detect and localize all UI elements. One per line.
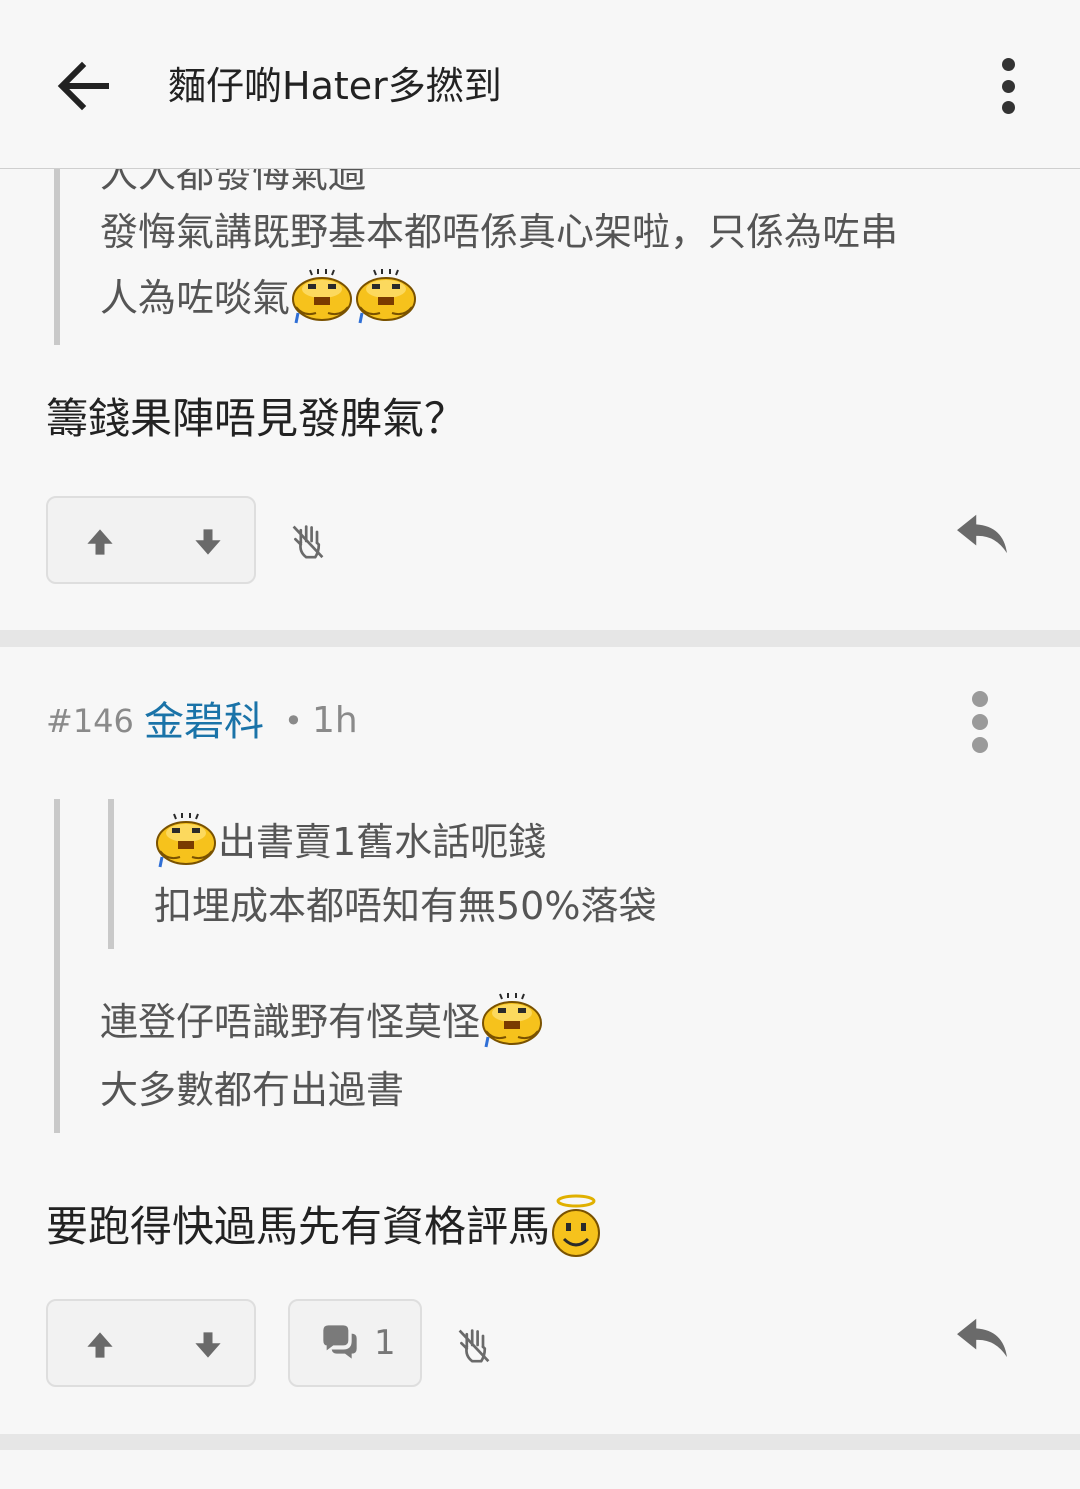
quote-bar xyxy=(54,169,60,345)
post-time: 1h xyxy=(312,700,358,741)
overflow-menu-button[interactable] xyxy=(978,52,1038,120)
downvote-button[interactable] xyxy=(182,1319,234,1371)
menu-dot xyxy=(1001,101,1015,114)
shocked-emoji-icon xyxy=(354,269,418,325)
reply-button[interactable] xyxy=(950,1309,1014,1365)
meta-separator: • xyxy=(284,702,303,740)
comments-button[interactable]: 1 xyxy=(288,1299,422,1387)
quote-line-with-emoji: 人為咗啖氣 xyxy=(100,265,418,331)
block-button[interactable] xyxy=(452,1323,496,1367)
post-card-previous: 人人都發悔氣過 發悔氣講既野基本都唔係真心架啦，只係為咗串 人為咗啖氣 籌錢果陣… xyxy=(0,169,1080,630)
upvote-button[interactable] xyxy=(74,1319,126,1371)
post-menu-button[interactable] xyxy=(956,687,1004,757)
reply-text-with-emoji: 要跑得快過馬先有資格評馬 xyxy=(46,1193,602,1261)
post-number: #146 xyxy=(46,702,134,740)
vote-box xyxy=(46,1299,256,1387)
inner-quote-line: 扣埋成本都唔知有無50%落袋 xyxy=(154,884,657,928)
upvote-button[interactable] xyxy=(74,516,126,568)
menu-dot xyxy=(972,737,988,753)
post-card-146: #146 金碧科 • 1h 出書賣1舊水話呃錢 扣埋成本都唔知有無50%落袋 連… xyxy=(0,647,1080,1434)
comment-count: 1 xyxy=(374,1323,396,1363)
quote-line: 發悔氣講既野基本都唔係真心架啦，只係為咗串 xyxy=(100,210,899,254)
reply-arrow-icon xyxy=(953,1313,1011,1361)
vote-box xyxy=(46,496,256,584)
arrow-down-icon xyxy=(190,524,226,560)
menu-dot xyxy=(972,714,988,730)
outer-quote-line-text: 連登仔唔識野有怪莫怪 xyxy=(100,1000,481,1044)
outer-quote-line: 大多數都冇出過書 xyxy=(100,1068,405,1112)
block-button[interactable] xyxy=(286,519,330,563)
post-card-next xyxy=(0,1450,1080,1489)
hand-blocked-icon xyxy=(456,1325,492,1365)
menu-dot xyxy=(1001,79,1015,93)
more-vertical-icon xyxy=(1001,58,1015,71)
arrow-left-icon xyxy=(57,61,109,111)
more-vertical-icon xyxy=(972,691,988,707)
back-button[interactable] xyxy=(44,46,124,126)
downvote-button[interactable] xyxy=(182,516,234,568)
reply-text: 要跑得快過馬先有資格評馬 xyxy=(46,1202,551,1251)
quote-line-text: 人為咗啖氣 xyxy=(100,276,291,320)
comment-bubbles-icon xyxy=(320,1323,360,1361)
arrow-down-icon xyxy=(190,1327,226,1363)
arrow-up-icon xyxy=(82,1327,118,1363)
inner-quote-line-text: 出書賣1舊水話呃錢 xyxy=(218,820,547,864)
outer-quote-bar xyxy=(54,799,60,1133)
inner-quote-line-with-emoji: 出書賣1舊水話呃錢 xyxy=(154,809,546,875)
shocked-emoji-icon xyxy=(480,993,544,1049)
reply-arrow-icon xyxy=(953,509,1011,557)
reply-text: 籌錢果陣唔見發脾氣？ xyxy=(46,394,467,443)
reply-button[interactable] xyxy=(950,505,1014,561)
arrow-up-icon xyxy=(82,524,118,560)
post-username[interactable]: 金碧科 xyxy=(144,697,264,747)
shocked-emoji-icon xyxy=(154,813,218,869)
page-title: 麵仔啲Hater多撚到 xyxy=(168,64,502,108)
hand-blocked-icon xyxy=(290,521,326,561)
angel-emoji-icon xyxy=(550,1193,602,1261)
shocked-emoji-icon xyxy=(290,269,354,325)
outer-quote-line-with-emoji: 連登仔唔識野有怪莫怪 xyxy=(100,989,544,1055)
app-bar: 麵仔啲Hater多撚到 xyxy=(0,0,1080,169)
inner-quote-bar xyxy=(108,799,114,949)
